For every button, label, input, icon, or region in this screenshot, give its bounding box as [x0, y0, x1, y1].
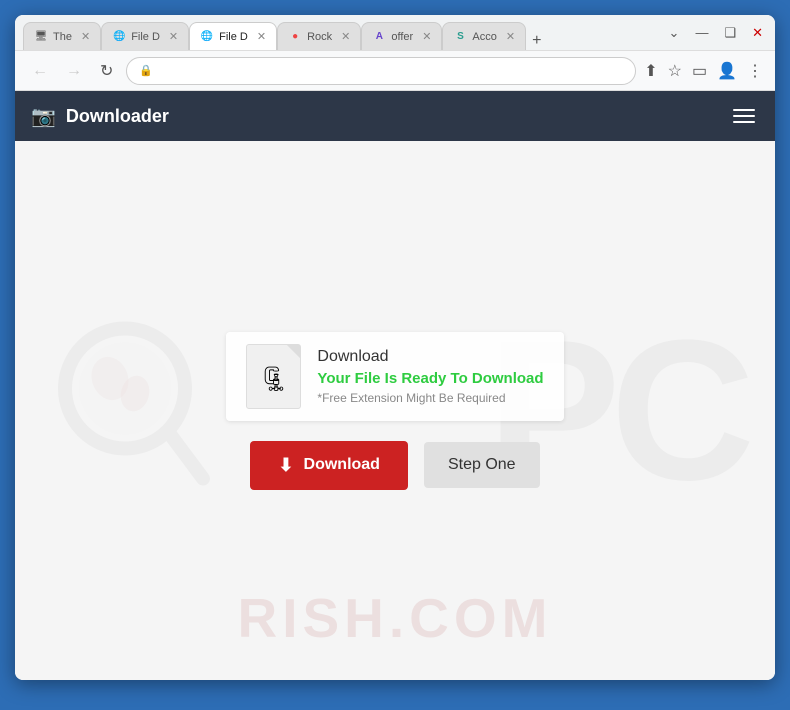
bookmark-icon[interactable]: ☆: [668, 61, 682, 81]
magnifier-svg: [55, 318, 215, 498]
file-info-row: 🗜 Download Your File Is Ready To Downloa…: [226, 332, 563, 421]
nav-brand: 📷 Downloader: [31, 104, 169, 129]
restore-button[interactable]: ❑: [720, 23, 740, 43]
step-one-button[interactable]: Step One: [424, 442, 540, 488]
download-icon: ⬇: [278, 455, 293, 476]
hamburger-line-1: [733, 109, 755, 111]
tab-2-close[interactable]: ✕: [169, 30, 178, 43]
forward-button[interactable]: →: [61, 60, 87, 82]
tab-3-label: File D: [219, 31, 248, 43]
hamburger-menu[interactable]: [729, 105, 759, 127]
collapse-button[interactable]: ⌄: [665, 23, 684, 43]
download-card-wrapper: 🗜 Download Your File Is Ready To Downloa…: [226, 332, 563, 490]
tab-2-favicon: 🌐: [112, 30, 126, 44]
watermark-magnifier: [55, 318, 215, 503]
tab-5-close[interactable]: ✕: [422, 30, 431, 43]
nav-bar: 📷 Downloader: [15, 91, 775, 141]
file-info-text: Download Your File Is Ready To Download …: [317, 348, 543, 405]
minimize-button[interactable]: —: [691, 23, 712, 42]
tab-1[interactable]: 🖥 The ✕: [23, 22, 101, 50]
step-one-label: Step One: [448, 456, 516, 473]
tab-3-favicon: 🌐: [200, 30, 214, 44]
title-bar: 🖥 The ✕ 🌐 File D ✕ 🌐 File D ✕ ● Rock ✕ A: [15, 15, 775, 51]
main-content: PC RISH.COM 🗜 Download Your File Is Read…: [15, 141, 775, 680]
download-label: Download: [304, 456, 380, 474]
tab-6-close[interactable]: ✕: [506, 30, 515, 43]
back-button[interactable]: ←: [27, 60, 53, 82]
tab-6-favicon: S: [453, 30, 467, 44]
file-icon-box: 🗜: [246, 344, 301, 409]
address-input[interactable]: 🔒: [126, 57, 636, 85]
tab-2-label: File D: [131, 31, 160, 43]
tab-6[interactable]: S Acco ✕: [442, 22, 526, 50]
browser-window: 🖥 The ✕ 🌐 File D ✕ 🌐 File D ✕ ● Rock ✕ A: [15, 15, 775, 680]
tab-4-label: Rock: [307, 31, 332, 43]
tab-2[interactable]: 🌐 File D ✕: [101, 22, 189, 50]
profile-icon[interactable]: 👤: [717, 61, 737, 81]
tabs-area: 🖥 The ✕ 🌐 File D ✕ 🌐 File D ✕ ● Rock ✕ A: [23, 15, 653, 50]
hamburger-line-2: [733, 115, 755, 117]
hamburger-line-3: [733, 121, 755, 123]
address-bar: ← → ↻ 🔒 ⬆ ☆ ▭ 👤 ⋮: [15, 51, 775, 91]
tab-1-favicon: 🖥: [34, 30, 48, 44]
file-ready-text: Your File Is Ready To Download: [317, 370, 543, 387]
menu-icon[interactable]: ⋮: [747, 61, 763, 81]
file-title: Download: [317, 348, 543, 366]
file-note: *Free Extension Might Be Required: [317, 391, 543, 405]
download-button[interactable]: ⬇ Download: [250, 441, 408, 490]
file-icon-fold: [286, 345, 300, 359]
new-tab-button[interactable]: +: [526, 32, 547, 50]
toolbar-icons: ⬆ ☆ ▭ 👤 ⋮: [644, 61, 763, 81]
camera-icon: 📷: [31, 104, 56, 129]
close-button[interactable]: ✕: [748, 23, 767, 43]
tab-5-label: offer: [391, 31, 413, 43]
window-controls: ⌄ — ❑ ✕: [657, 23, 767, 43]
brand-name: Downloader: [66, 106, 169, 127]
sidebar-icon[interactable]: ▭: [692, 61, 707, 81]
share-icon[interactable]: ⬆: [644, 61, 657, 81]
tab-1-label: The: [53, 31, 72, 43]
refresh-button[interactable]: ↻: [95, 59, 118, 83]
zip-icon: 🗜: [259, 365, 289, 394]
watermark-rish-text: RISH.COM: [238, 586, 553, 650]
buttons-row: ⬇ Download Step One: [250, 441, 539, 490]
tab-6-label: Acco: [472, 31, 496, 43]
tab-4-close[interactable]: ✕: [341, 30, 350, 43]
tab-4-favicon: ●: [288, 30, 302, 44]
tab-4[interactable]: ● Rock ✕: [277, 22, 361, 50]
lock-icon: 🔒: [139, 64, 153, 77]
tab-3[interactable]: 🌐 File D ✕: [189, 22, 277, 50]
tab-5[interactable]: A offer ✕: [361, 22, 442, 50]
tab-5-favicon: A: [372, 30, 386, 44]
tab-1-close[interactable]: ✕: [81, 30, 90, 43]
tab-3-close[interactable]: ✕: [257, 30, 266, 43]
